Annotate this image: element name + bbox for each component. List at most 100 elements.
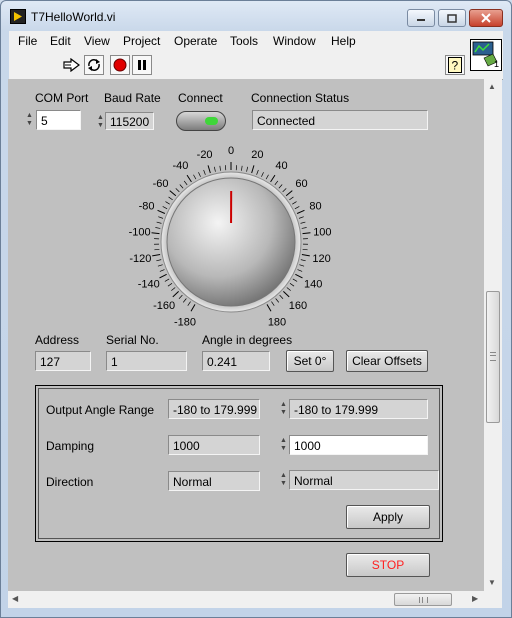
knob-tick (164, 278, 170, 282)
knob-tick (159, 269, 165, 272)
knob-tick (261, 172, 264, 177)
knob-tick (285, 190, 293, 197)
knob-tick (179, 184, 184, 189)
com-port-spinner[interactable]: ▲ ▼ (24, 110, 35, 130)
abort-button[interactable] (110, 55, 130, 75)
scroll-down-arrow-icon[interactable]: ▼ (488, 578, 496, 587)
knob-tick (299, 264, 305, 267)
output-range-spinner[interactable]: ▲ ▼ (278, 399, 289, 419)
menu-edit[interactable]: Edit (50, 34, 71, 48)
knob-tick-label: -140 (138, 278, 160, 290)
stop-button[interactable]: STOP (346, 553, 430, 577)
knob-tick (278, 184, 283, 189)
knob-tick-label: 100 (313, 226, 331, 238)
direction-current: Normal (168, 471, 260, 491)
angle-label: Angle in degrees (202, 333, 293, 347)
serial-label: Serial No. (106, 333, 159, 347)
knob-tick-label: 180 (268, 317, 286, 327)
scroll-up-arrow-icon[interactable]: ▲ (488, 82, 496, 91)
connection-status-field: Connected (252, 110, 428, 130)
size-grip[interactable] (484, 591, 502, 608)
output-range-current: -180 to 179.999 (168, 399, 260, 419)
menu-bar: File Edit View Project Operate Tools Win… (9, 31, 503, 54)
knob-tick (275, 298, 280, 303)
knob-tick-label: -80 (139, 201, 155, 213)
knob-tick (157, 209, 166, 214)
knob-tick (289, 283, 295, 287)
serial-field: 1 (106, 351, 187, 371)
knob-tick-label: -160 (153, 300, 175, 312)
connect-button[interactable] (176, 111, 226, 131)
knob-tick (158, 216, 164, 219)
knob-tick-label: -100 (129, 226, 151, 238)
com-port-input[interactable]: 5 (36, 110, 81, 130)
knob-tick (265, 174, 269, 180)
com-port-label: COM Port (35, 91, 89, 105)
window-title: T7HelloWorld.vi (31, 10, 116, 24)
pause-button[interactable] (132, 55, 152, 75)
knob-tick (279, 294, 284, 300)
labview-vi-icon (10, 9, 26, 24)
menu-tools[interactable]: Tools (230, 34, 258, 48)
close-button[interactable] (469, 9, 503, 27)
vertical-scroll-thumb[interactable] (486, 291, 500, 423)
grip-icon (419, 597, 428, 603)
title-bar[interactable]: T7HelloWorld.vi (1, 1, 511, 31)
maximize-button[interactable] (438, 9, 466, 27)
knob-tick-label: 20 (251, 149, 263, 161)
direction-select[interactable]: Normal (289, 470, 439, 490)
apply-button[interactable]: Apply (346, 505, 430, 529)
knob-tick-label: -180 (174, 317, 196, 327)
vertical-scrollbar[interactable]: ▲ ▼ (484, 79, 502, 591)
knob-tick (292, 201, 297, 205)
clear-offsets-button[interactable]: Clear Offsets (346, 350, 428, 372)
scroll-right-arrow-icon[interactable]: ▶ (472, 594, 478, 603)
menu-help[interactable]: Help (331, 34, 356, 48)
knob-tick (156, 221, 162, 224)
address-label: Address (35, 333, 80, 347)
svg-text:?: ? (452, 59, 459, 73)
knob-tick-label: -60 (153, 178, 169, 190)
knob-tick (159, 273, 167, 279)
knob-tick (292, 278, 298, 282)
knob-tick (302, 232, 311, 235)
set-zero-button[interactable]: Set 0° (286, 350, 334, 372)
context-help-button[interactable]: ? (445, 55, 465, 75)
knob-tick (193, 174, 197, 180)
output-range-select[interactable]: -180 to 179.999 (289, 399, 428, 419)
run-button[interactable] (62, 55, 82, 75)
horizontal-scrollbar[interactable]: ◀ ▶ (8, 591, 484, 608)
knob-tick (175, 188, 180, 193)
knob-tick (300, 259, 306, 262)
knob-tick (156, 259, 162, 262)
vi-connector-pane-icon[interactable]: 1 (470, 39, 502, 71)
direction-spinner[interactable]: ▲ ▼ (278, 470, 289, 490)
knob-tick-label: 160 (289, 300, 307, 312)
knob-tick (294, 206, 300, 210)
toolbar: ? (9, 53, 503, 80)
knob-tick (274, 180, 279, 186)
menu-operate[interactable]: Operate (174, 34, 217, 48)
knob-tick-label: 60 (295, 178, 307, 190)
scroll-left-arrow-icon[interactable]: ◀ (12, 594, 18, 603)
connect-led (205, 117, 218, 125)
angle-knob[interactable]: -180 -160 -140 -120 -100 -80 -60-40 -20 0 20 40 608… (118, 137, 344, 327)
minimize-button[interactable] (407, 9, 435, 27)
horizontal-scroll-thumb[interactable] (394, 593, 452, 606)
knob-tick (157, 264, 163, 267)
knob-tick (187, 301, 191, 306)
run-continuously-button[interactable] (84, 55, 104, 75)
knob-tick (155, 227, 161, 229)
menu-project[interactable]: Project (123, 34, 160, 48)
knob-tick (198, 172, 201, 177)
knob-tick (207, 165, 211, 174)
menu-view[interactable]: View (84, 34, 110, 48)
knob-tick (283, 291, 290, 298)
knob-tick (301, 254, 310, 257)
baud-rate-field[interactable]: 115200 (105, 112, 154, 130)
damping-spinner[interactable]: ▲ ▼ (278, 435, 289, 455)
menu-file[interactable]: File (18, 34, 37, 48)
knob-tick (282, 188, 287, 193)
menu-window[interactable]: Window (273, 34, 316, 48)
damping-input[interactable]: 1000 (289, 435, 428, 455)
